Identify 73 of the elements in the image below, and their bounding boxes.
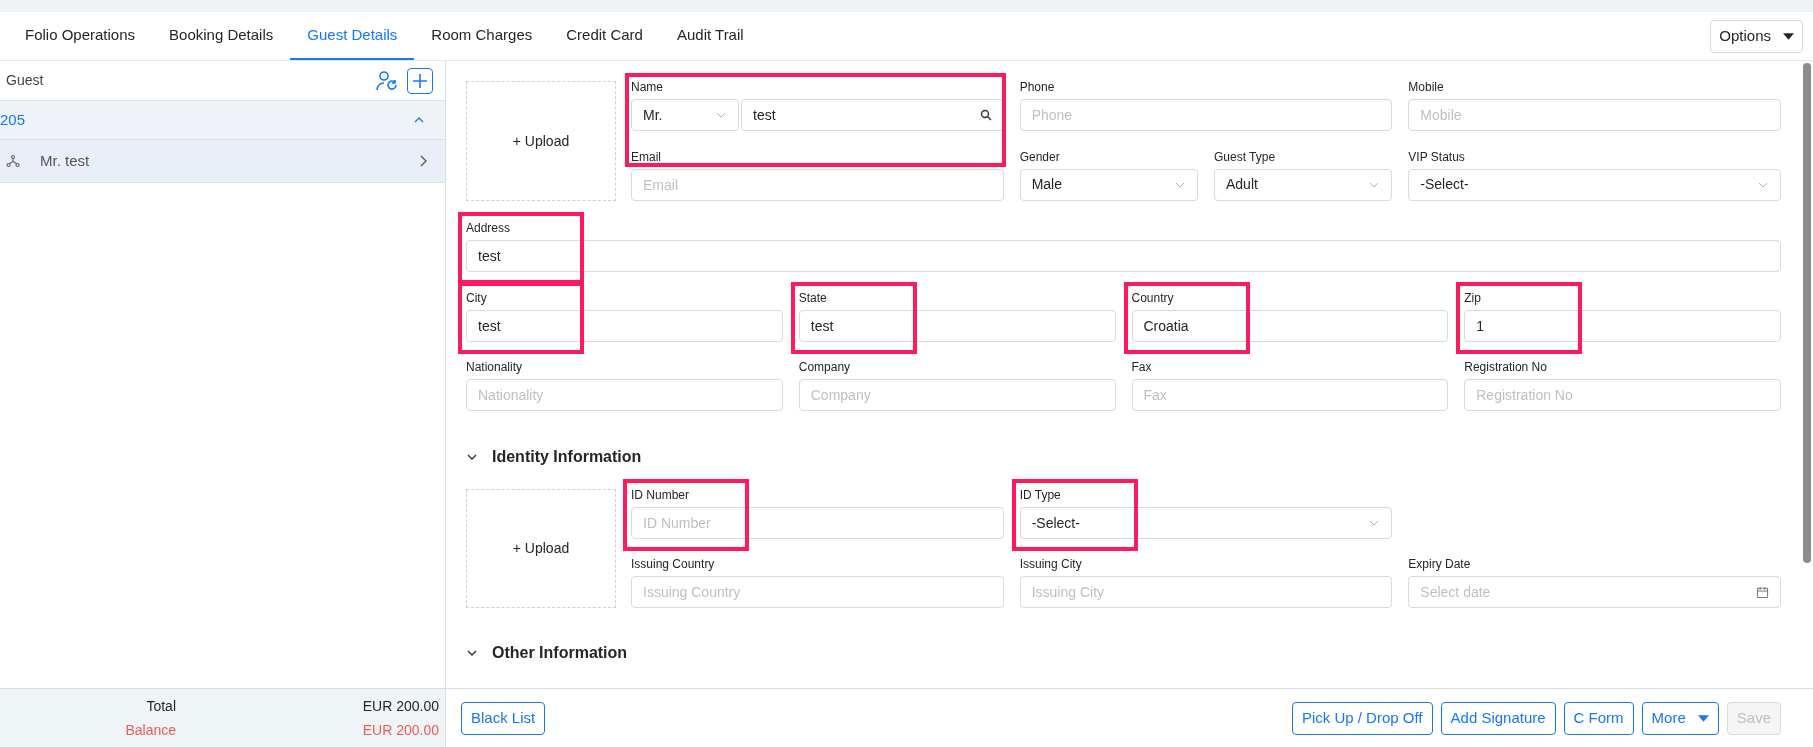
field-label: ID Number — [631, 487, 690, 503]
caret-icon — [1783, 32, 1794, 40]
room-row[interactable]: 205 — [0, 101, 445, 140]
tab[interactable]: Room Charges — [414, 12, 550, 60]
input-field[interactable]: 1 — [1464, 310, 1781, 342]
title-select[interactable]: Mr. — [631, 99, 739, 131]
input-field[interactable]: test — [466, 240, 1781, 272]
add-button[interactable] — [407, 67, 433, 94]
network-icon — [6, 154, 20, 168]
user-refresh-icon[interactable] — [375, 68, 399, 93]
upload-area[interactable]: + Upload — [466, 489, 616, 608]
field-label: State — [798, 290, 828, 306]
field-label: VIP Status — [1408, 148, 1466, 165]
field-label: Guest Type — [1214, 148, 1277, 165]
field-label: Name — [631, 79, 664, 95]
select-field[interactable]: -Select- — [1408, 168, 1781, 201]
input-field[interactable]: Company — [798, 379, 1116, 411]
input-field[interactable]: ID Number — [631, 507, 1004, 539]
guest-row[interactable]: Mr. test — [0, 140, 445, 183]
field-label: ID Type — [1019, 487, 1062, 503]
total-value: EUR 200.00 — [361, 722, 439, 738]
footer-button[interactable]: C Form — [1563, 701, 1634, 735]
search-icon — [979, 109, 992, 121]
select-field[interactable]: -Select- — [1019, 507, 1393, 539]
field-label: Nationality — [466, 359, 524, 375]
field-label: Email — [631, 148, 662, 165]
footer-button[interactable]: Add Signature — [1440, 701, 1556, 735]
field-label: Gender — [1019, 148, 1061, 165]
input-field[interactable]: test — [466, 310, 783, 342]
field-label: Zip — [1464, 290, 1482, 306]
section-header[interactable]: Other Information — [466, 641, 628, 665]
field-label: Phone — [1019, 79, 1056, 95]
input-field[interactable]: test — [798, 310, 1116, 342]
field-label: Company — [798, 359, 852, 375]
footer-button[interactable]: Pick Up / Drop Off — [1291, 701, 1433, 735]
options-button[interactable]: Options — [1710, 19, 1803, 53]
plus-icon — [412, 72, 428, 89]
input-field[interactable]: Mobile — [1408, 99, 1781, 131]
select-field[interactable]: Male — [1019, 168, 1198, 201]
input-field[interactable]: Phone — [1019, 99, 1393, 131]
name-search-field[interactable]: test — [741, 99, 1004, 131]
field-label: Country — [1131, 290, 1175, 306]
input-field[interactable]: Fax — [1131, 379, 1449, 411]
field-label: Issuing Country — [631, 556, 716, 572]
total-value: EUR 200.00 — [361, 698, 439, 714]
input-field[interactable]: Email — [631, 168, 1004, 201]
calendar-icon — [1756, 585, 1769, 599]
tab[interactable]: Booking Details — [152, 12, 291, 60]
field-label: Address — [466, 220, 512, 236]
field-label: Issuing City — [1019, 556, 1083, 572]
scrollbar-thumb[interactable] — [1803, 63, 1811, 563]
tab[interactable]: Audit Trail — [659, 12, 761, 60]
footer-button[interactable]: More — [1641, 701, 1719, 735]
tab[interactable]: Credit Card — [549, 12, 660, 60]
input-field[interactable]: Issuing Country — [631, 576, 1004, 608]
tab[interactable]: Folio Operations — [8, 12, 153, 60]
blacklist-button[interactable]: Black List — [461, 701, 546, 735]
total-label: Total — [145, 698, 176, 714]
field-label: City — [466, 290, 488, 306]
field-label: Expiry Date — [1408, 556, 1472, 572]
field-label: Mobile — [1408, 79, 1445, 95]
upload-area[interactable]: + Upload — [466, 81, 616, 201]
panel-title: Guest — [6, 71, 45, 90]
input-field[interactable]: Nationality — [466, 379, 783, 411]
section-header[interactable]: Identity Information — [466, 445, 642, 469]
total-label: Balance — [124, 722, 176, 738]
input-field[interactable]: Croatia — [1131, 310, 1449, 342]
field-label: Registration No — [1464, 359, 1548, 375]
input-field[interactable]: Issuing City — [1019, 576, 1393, 608]
input-field[interactable]: Registration No — [1464, 379, 1781, 411]
field-label: Fax — [1131, 359, 1153, 375]
caret-icon — [1697, 714, 1709, 722]
select-field[interactable]: Adult — [1214, 168, 1393, 201]
